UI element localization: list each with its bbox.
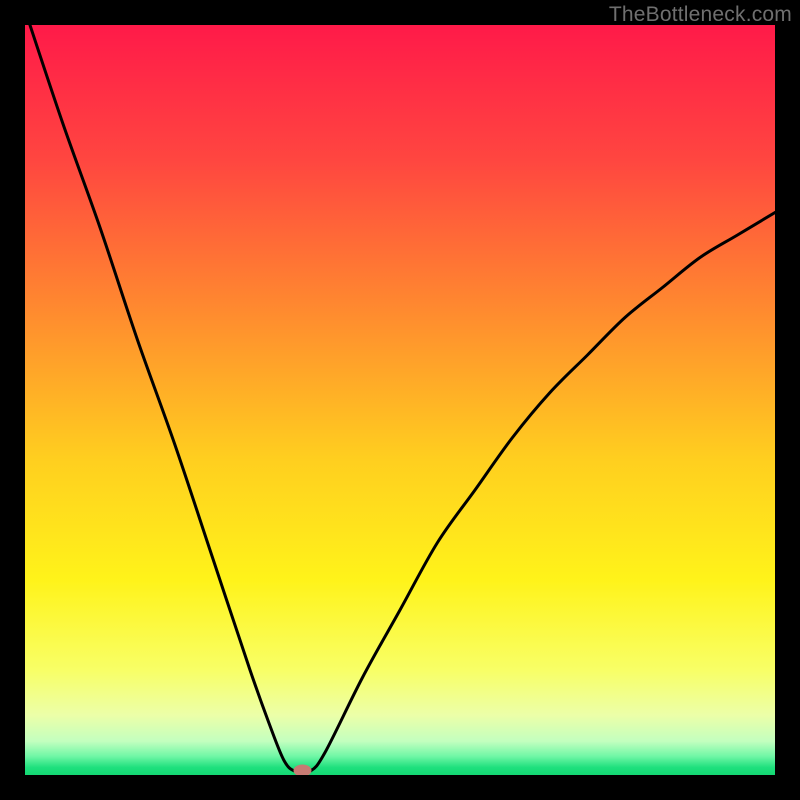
chart-container: TheBottleneck.com xyxy=(0,0,800,800)
gradient-background xyxy=(25,25,775,775)
bottleneck-chart xyxy=(25,25,775,775)
plot-area xyxy=(25,25,775,775)
watermark-text: TheBottleneck.com xyxy=(609,3,792,27)
